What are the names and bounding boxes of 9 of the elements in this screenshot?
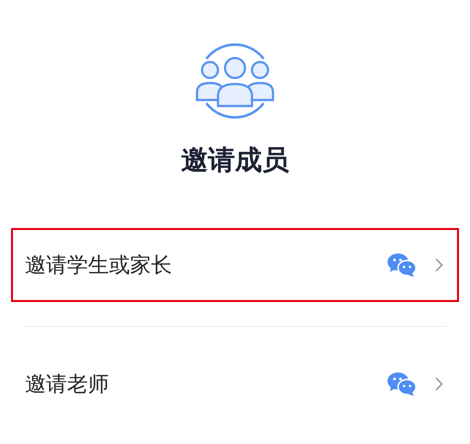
- option-label: 邀请老师: [25, 371, 110, 398]
- option-label: 邀请学生或家长: [25, 252, 173, 279]
- chat-icon: [387, 252, 417, 278]
- chevron-right-icon: [435, 377, 443, 391]
- chat-icon: [387, 371, 417, 397]
- page-title: 邀请成员: [181, 144, 289, 178]
- invite-option[interactable]: 邀请学生或家长: [11, 228, 459, 302]
- chevron-right-icon: [435, 258, 443, 272]
- invite-option[interactable]: 邀请老师: [11, 347, 459, 421]
